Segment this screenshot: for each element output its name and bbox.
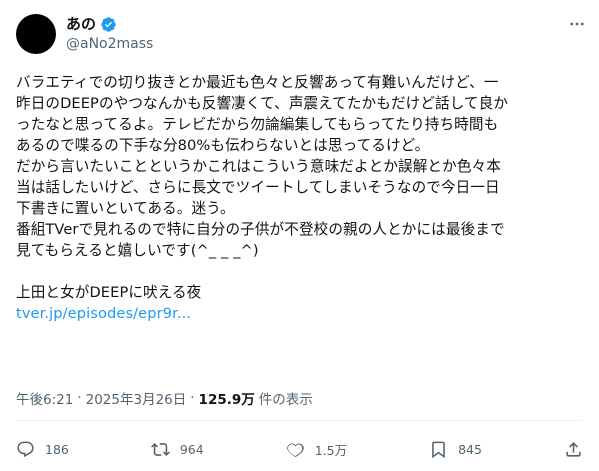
tweet-text-line: バラエティでの切り抜きとか最近も色々と反響あって有難いんだけど、一 bbox=[16, 74, 499, 91]
reply-button[interactable]: 186 bbox=[16, 440, 69, 459]
tweet-time[interactable]: 午後6:21 bbox=[16, 388, 73, 408]
meta-separator: · bbox=[190, 390, 195, 406]
heart-icon bbox=[286, 440, 305, 459]
view-count: 125.9万 bbox=[198, 392, 255, 408]
retweet-button[interactable]: 964 bbox=[150, 440, 204, 459]
tweet-text-line: 当は話したいけど、さらに長文でツイートしてしまいそうなので今日一日 bbox=[16, 179, 500, 196]
meta-separator: · bbox=[77, 390, 82, 406]
tweet-text-line: 番組TVerで見れるので特に自分の子供が不登校の親の人とかには最後まで bbox=[16, 221, 505, 238]
tweet-text-line: 下書きに置いといてある。迷う。 bbox=[16, 200, 235, 217]
author-name-row: あの bbox=[66, 14, 153, 34]
author-info: あの @aNo2mass bbox=[66, 14, 153, 54]
tweet-header: あの @aNo2mass bbox=[16, 10, 583, 58]
view-count-label: 件の表示 bbox=[258, 392, 313, 408]
like-count: 1.5万 bbox=[314, 442, 348, 458]
tweet-card: あの @aNo2mass バラエティでの切り抜きとか最近も色々と反響あって有難い… bbox=[0, 0, 599, 471]
avatar[interactable] bbox=[16, 14, 56, 54]
tweet-meta: 午後6:21 · 2025年3月26日 · 125.9万 件の表示 bbox=[16, 388, 313, 408]
tweet-text: バラエティでの切り抜きとか最近も色々と反響あって有難いんだけど、一 昨日のDEE… bbox=[16, 72, 587, 324]
like-button[interactable]: 1.5万 bbox=[286, 440, 347, 459]
author-handle[interactable]: @aNo2mass bbox=[66, 34, 153, 54]
action-bar: 186 964 1.5万 845 bbox=[16, 436, 583, 462]
tweet-text-line: ったなと思ってるよ。テレビだから勿論編集してもらってたり持ち時間も bbox=[16, 116, 499, 133]
tweet-date[interactable]: 2025年3月26日 bbox=[86, 388, 187, 408]
verified-badge-icon bbox=[100, 16, 117, 33]
divider bbox=[16, 420, 583, 421]
bookmark-icon bbox=[429, 440, 448, 459]
retweet-count: 964 bbox=[179, 441, 204, 457]
author-display-name[interactable]: あの bbox=[66, 14, 96, 34]
tver-link[interactable]: tver.jp/episodes/epr9r... bbox=[16, 305, 191, 322]
share-button[interactable] bbox=[564, 440, 583, 459]
bookmark-count: 845 bbox=[458, 441, 482, 457]
tweet-text-line: 見てもらえると嬉しいです(^_ _ _^) bbox=[16, 242, 259, 259]
more-icon[interactable] bbox=[563, 10, 591, 38]
tweet-text-line: 昨日のDEEPのやつなんかも反響凄くて、声震えてたかもだけど話して良か bbox=[16, 95, 509, 112]
program-title: 上田と女がDEEPに吠える夜 bbox=[16, 284, 202, 301]
reply-count: 186 bbox=[45, 441, 69, 457]
bookmark-button[interactable]: 845 bbox=[429, 440, 482, 459]
tweet-text-line: あるので喋るの下手な分80%も伝わらないとは思ってるけど。 bbox=[16, 137, 430, 154]
tweet-text-line: だから言いたいことというかこれはこういう意味だよとか誤解とか色々本 bbox=[16, 158, 501, 175]
share-icon bbox=[564, 440, 583, 459]
reply-icon bbox=[16, 440, 35, 459]
retweet-icon bbox=[150, 440, 170, 459]
